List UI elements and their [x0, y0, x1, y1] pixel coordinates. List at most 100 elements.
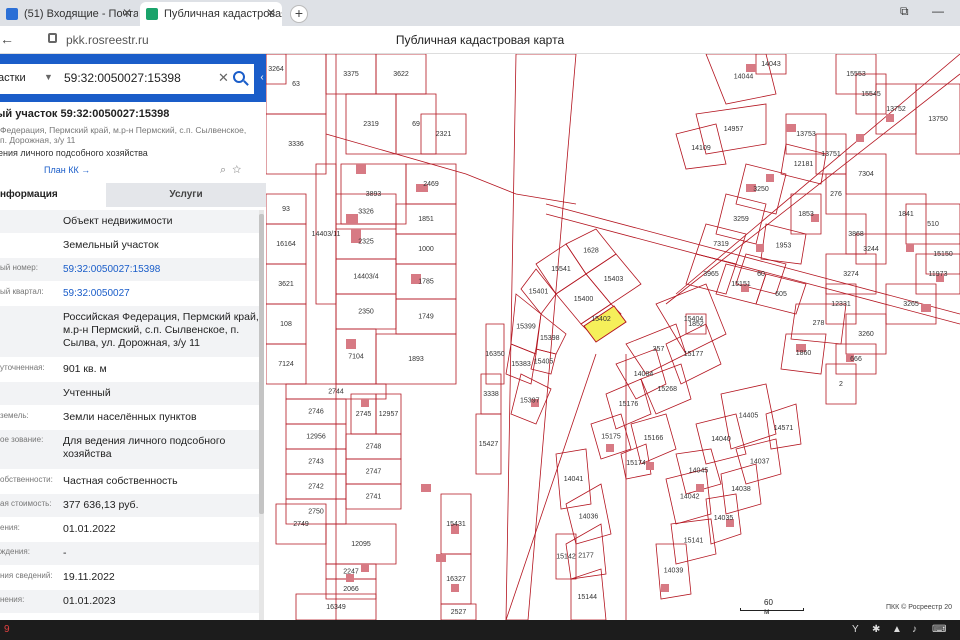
attribute-row: ый квартал: 59:32:0050027 — [0, 282, 262, 306]
plot-label: 16349 — [326, 604, 346, 611]
attribute-value: 377 636,13 руб. — [63, 499, 139, 511]
tab-cadastral-map[interactable]: Публичная кадастровая к ✕ — [140, 2, 282, 26]
close-icon[interactable]: ✕ — [122, 6, 132, 20]
tab-cadastral-map-label: Публичная кадастровая к — [164, 8, 282, 20]
plot-label: 13750 — [928, 116, 948, 123]
volume-icon[interactable]: ♪ — [912, 624, 917, 635]
tab-information[interactable]: нформация — [0, 183, 106, 207]
plot-label: 1853 — [798, 211, 814, 218]
plot-label: 15268 — [658, 386, 678, 393]
search-icon[interactable] — [233, 71, 245, 83]
close-icon[interactable]: ✕ — [266, 6, 276, 20]
new-tab-button[interactable]: + — [290, 5, 308, 23]
plot-label: 7319 — [713, 241, 729, 248]
building — [786, 124, 796, 132]
plot-label: 357 — [653, 346, 665, 353]
plan-link[interactable]: План КК → — [44, 165, 90, 175]
yandex-icon[interactable]: Y — [852, 624, 859, 635]
attribute-label: ждения: — [0, 547, 30, 556]
plot-label: 15397 — [520, 397, 540, 404]
plot-label: 15177 — [684, 351, 704, 358]
object-title: ый участок 59:32:0050027:15398 — [0, 108, 170, 120]
attribute-value: - — [63, 547, 67, 559]
attribute-label: ый номер: — [0, 263, 38, 272]
attribute-value: Частная собственность — [63, 475, 178, 487]
plot-label: 2066 — [343, 586, 359, 593]
plot-label: 14403/11 — [312, 231, 341, 238]
plot-label: 3336 — [288, 141, 304, 148]
attribute-value: Земельный участок — [63, 239, 159, 251]
bluetooth-icon[interactable]: ✱ — [872, 624, 880, 635]
map-copyright: ПКК © Росреестр 20 — [886, 604, 952, 611]
building — [746, 64, 756, 72]
attribute-label: уточненная: — [0, 363, 45, 372]
network-icon[interactable]: ▲ — [892, 624, 902, 635]
clear-icon[interactable]: ✕ — [218, 70, 229, 86]
attribute-label: ый квартал: — [0, 287, 44, 296]
building — [346, 339, 356, 349]
tab-services[interactable]: Услуги — [106, 183, 266, 207]
plot-label: 14109 — [691, 145, 711, 152]
plot-label: 1953 — [776, 242, 792, 249]
plot-label: 276 — [830, 191, 842, 198]
plot-label: 2527 — [451, 609, 467, 616]
plot-label: 93 — [282, 206, 290, 213]
attribute-list: Объект недвижимости Земельный участок ый н… — [0, 210, 262, 614]
minimize-icon[interactable]: — — [932, 4, 944, 18]
cadastral-map[interactable]: 63 3375 3622 3336 2319 69 2321 3893 2469 3326 1851… — [266, 54, 960, 620]
star-icon[interactable]: ☆ — [232, 164, 241, 176]
plot-label: 14571 — [774, 425, 794, 432]
plot-label: 14040 — [711, 436, 731, 443]
search-category[interactable]: астки — [0, 72, 26, 84]
search-input[interactable] — [64, 71, 214, 85]
plot-label: 2321 — [436, 131, 452, 138]
plot-label: 666 — [850, 356, 862, 363]
plot-label: 7124 — [278, 361, 294, 368]
plot-label: 1851 — [418, 216, 434, 223]
attribute-label: ое зование: — [0, 435, 44, 444]
collapse-panel-button[interactable]: ‹ — [258, 54, 266, 102]
scrollbar-thumb[interactable] — [259, 214, 264, 514]
plot-label: 3265 — [903, 301, 919, 308]
plot-label: 12331 — [831, 301, 851, 308]
zoom-to-icon[interactable]: ⌕ — [220, 164, 226, 176]
plot-label: 2350 — [358, 309, 374, 316]
plot-label: 3274 — [843, 271, 859, 278]
plot-label: 14035 — [714, 515, 734, 522]
building — [606, 444, 614, 452]
object-address: Федерация, Пермский край, м.р-н Пермский… — [0, 125, 247, 145]
plot-label: 1749 — [418, 314, 434, 321]
building — [661, 584, 669, 592]
attribute-value: Земли населённых пунктов — [63, 411, 197, 423]
taskbar-badge[interactable]: 9 — [4, 624, 10, 635]
attribute-row: ния сведений: 19.11.2022 — [0, 566, 262, 590]
url-field[interactable]: pkk.rosreestr.ru — [66, 33, 149, 47]
plot-label: 605 — [775, 291, 787, 298]
plot-label: 3622 — [393, 71, 409, 78]
bookmark-icon[interactable]: ⧉ — [900, 4, 909, 19]
tab-mail[interactable]: (51) Входящие - Почта Ма ✕ — [0, 2, 138, 26]
plot-label: 3621 — [278, 281, 294, 288]
plot-label: 3260 — [858, 331, 874, 338]
plot-label: 278 — [813, 320, 825, 327]
plot-label: 63 — [292, 81, 300, 88]
attribute-value: Учтенный — [63, 387, 111, 399]
object-use: ения личного подсобного хозяйства — [0, 148, 148, 158]
keyboard-icon[interactable]: ⌨ — [932, 624, 946, 635]
plot-label: 12956 — [306, 434, 326, 441]
plot-label: 3893 — [366, 191, 382, 198]
back-arrow-icon[interactable]: ← — [0, 31, 14, 47]
panel-scrollbar[interactable] — [259, 210, 264, 620]
plot-label: 14043 — [761, 61, 781, 68]
chevron-down-icon[interactable]: ▼ — [44, 72, 53, 82]
map-canvas[interactable]: 63 3375 3622 3336 2319 69 2321 3893 2469 3326 1851… — [266, 54, 960, 620]
plot-label: 13751 — [821, 151, 841, 158]
plot-label: 14037 — [750, 459, 770, 466]
attribute-value[interactable]: 59:32:0050027 — [63, 287, 259, 300]
building — [886, 114, 894, 122]
plot-label: 15144 — [578, 594, 598, 601]
plot-label: 15403 — [604, 276, 624, 283]
attribute-value[interactable]: 59:32:0050027:15398 — [63, 263, 259, 276]
plot-label: 14036 — [579, 514, 599, 521]
plot-label: 3965 — [703, 271, 719, 278]
